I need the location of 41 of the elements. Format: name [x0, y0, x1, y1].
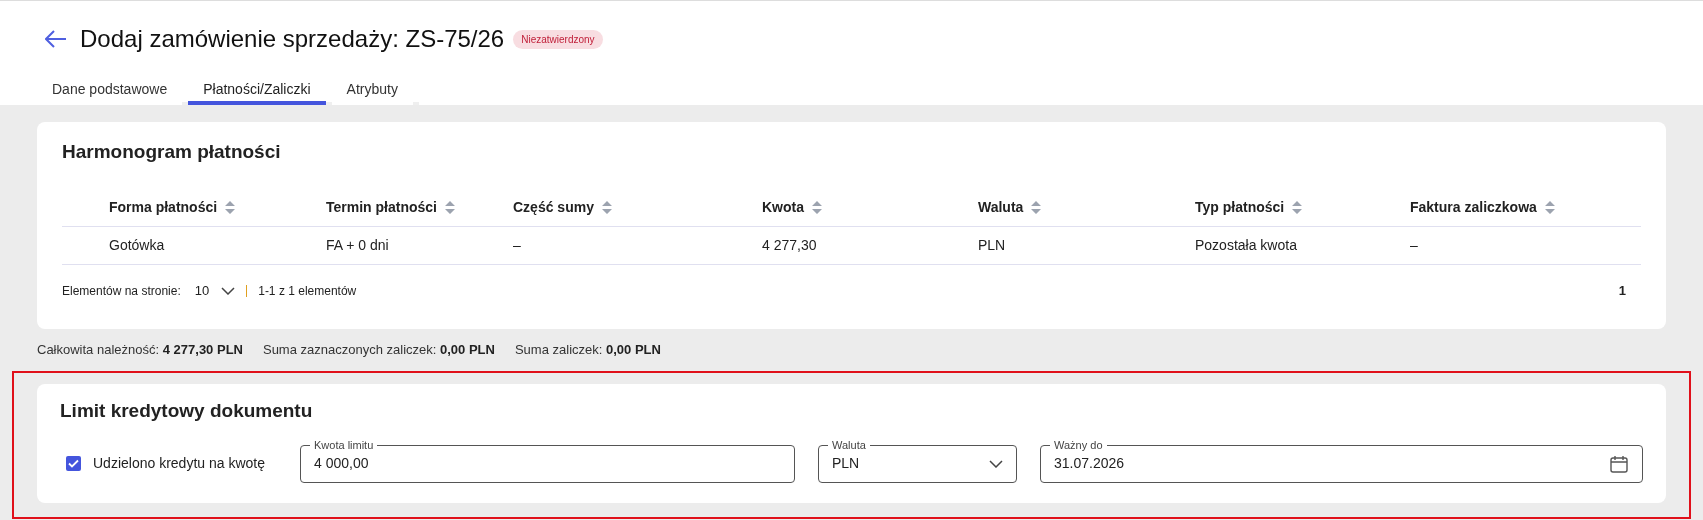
page-size-select[interactable]: 10: [194, 280, 236, 301]
sort-icon[interactable]: [445, 200, 455, 214]
range-label: 1-1 z 1 elementów: [258, 282, 357, 300]
summary-item: Suma zaliczek: 0,00 PLN: [514, 341, 661, 360]
page-title: Dodaj zamówienie sprzedaży: ZS-75/26: [80, 24, 505, 54]
sort-icon[interactable]: [1031, 200, 1042, 214]
table-cell: –: [513, 237, 521, 253]
checkbox[interactable]: [66, 456, 81, 471]
column-header: Forma płatności: [109, 197, 218, 217]
sort-icon[interactable]: [1544, 200, 1555, 214]
sort-icon[interactable]: [601, 200, 612, 214]
back-arrow-icon[interactable]: [45, 30, 67, 48]
sort-icon[interactable]: [812, 200, 822, 214]
chevron-down-icon: [221, 286, 236, 295]
summary-item: Suma zaznaczonych zaliczek: 0,00 PLN: [262, 341, 495, 360]
sort-icon[interactable]: [225, 200, 236, 214]
page-number[interactable]: 1: [1618, 280, 1626, 301]
column-header: Kwota: [762, 197, 804, 217]
table-cell: 4 277,30: [762, 237, 817, 253]
column-header: Część sumy: [513, 197, 594, 217]
calendar-icon[interactable]: [1609, 453, 1629, 474]
column-header: Waluta: [978, 197, 1024, 217]
section-title: Harmonogram płatności: [62, 140, 282, 164]
table-cell: –: [1410, 237, 1418, 253]
table-cell: Pozostała kwota: [1195, 237, 1297, 253]
table-cell: Gotówka: [109, 237, 165, 253]
column-header: Faktura zaliczkowa: [1410, 197, 1537, 217]
column-header: Termin płatności: [326, 197, 437, 217]
page-size-label: Elementów na stronie:: [62, 282, 181, 300]
chevron-down-icon: [989, 459, 1003, 468]
section-title: Limit kredytowy dokumentu: [60, 399, 314, 423]
field-value: PLN: [832, 454, 861, 473]
table-cell: FA + 0 dni: [326, 237, 389, 253]
field-value: 4 000,00: [314, 454, 370, 473]
status-badge: Niezatwierdzony: [513, 29, 603, 49]
table-cell: PLN: [978, 237, 1006, 253]
checkbox-label: Udzielono kredytu na kwotę: [93, 454, 265, 473]
column-header: Typ płatności: [1195, 197, 1285, 217]
sort-icon[interactable]: [1292, 200, 1303, 214]
summary-item: Całkowita należność: 4 277,30 PLN: [37, 341, 243, 360]
field-value: 31.07.2026: [1054, 454, 1126, 473]
